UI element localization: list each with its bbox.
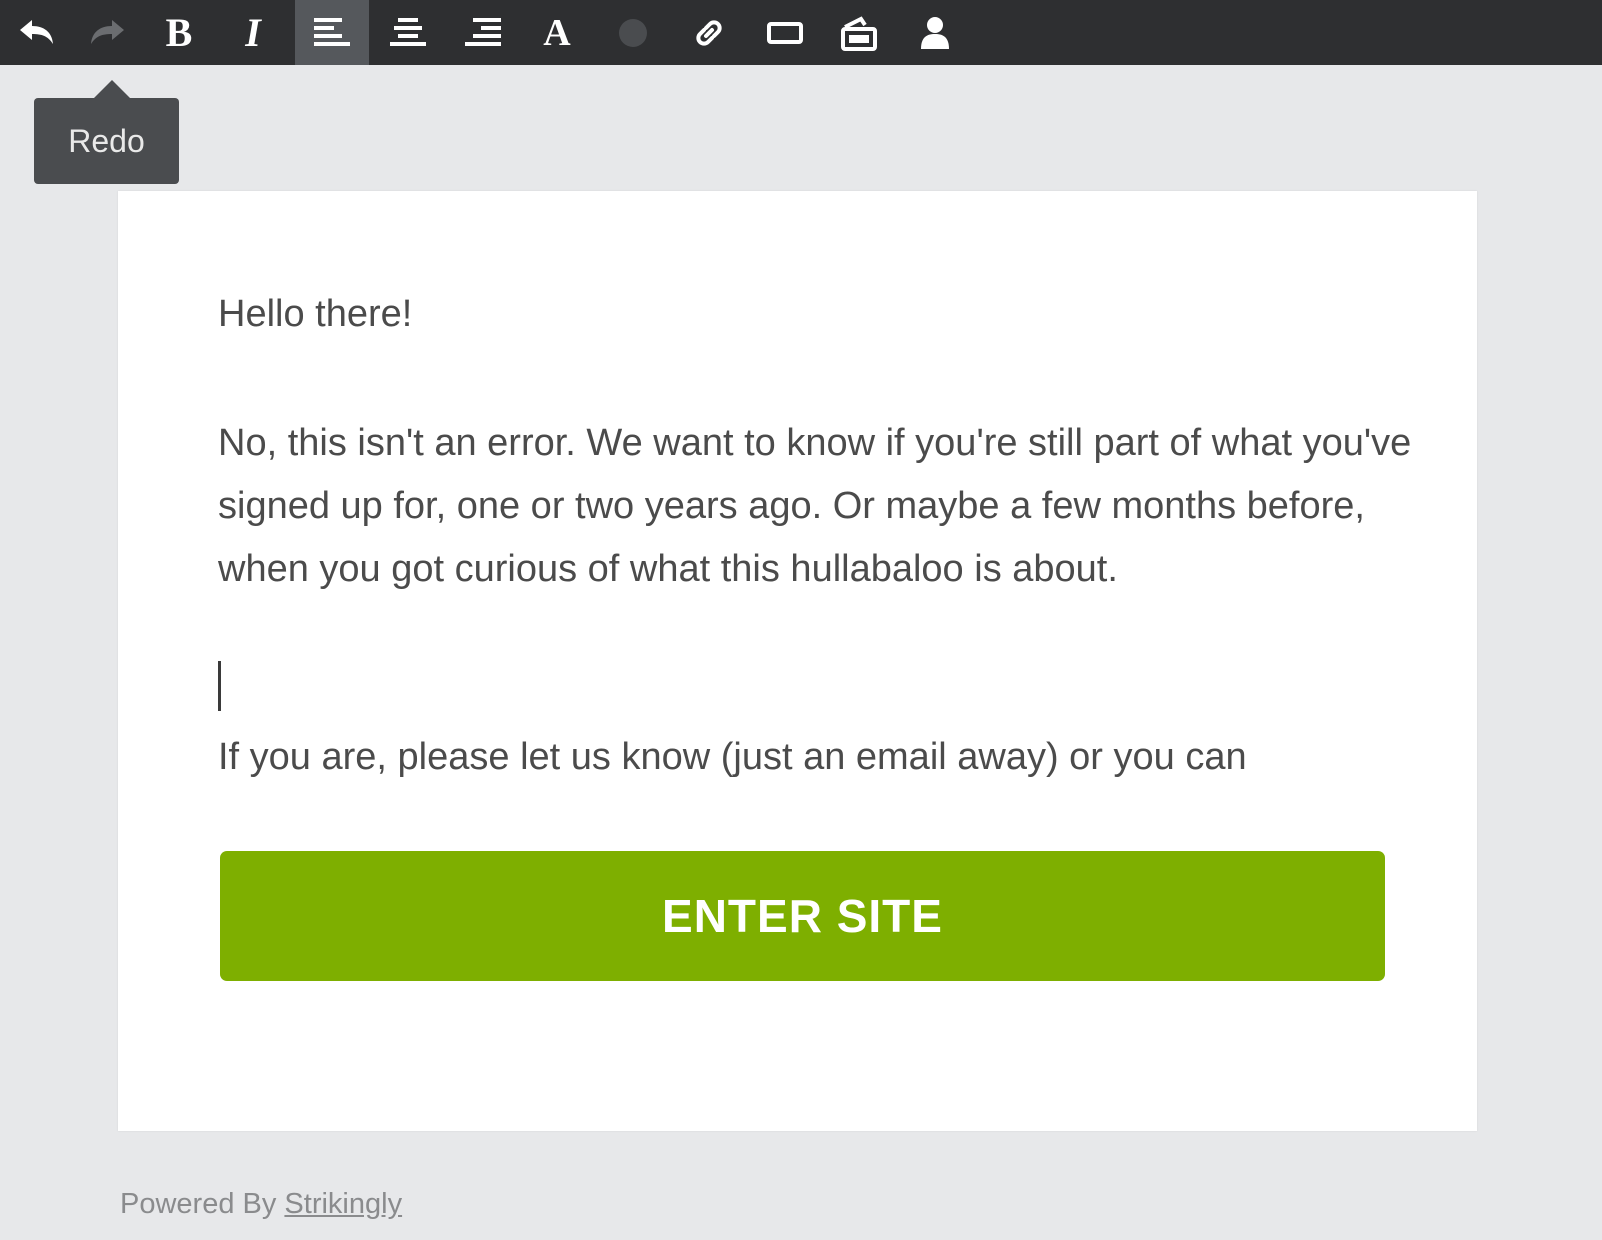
undo-icon [20, 19, 53, 44]
italic-icon: I [245, 9, 261, 55]
color-button[interactable] [596, 0, 670, 65]
link-button[interactable] [672, 0, 746, 65]
align-center-button[interactable] [371, 0, 445, 65]
align-center-icon [390, 17, 426, 46]
redo-tooltip: Redo [34, 98, 179, 184]
italic-button[interactable]: I [216, 0, 290, 65]
content-card: Hello there! No, this isn't an error. We… [118, 191, 1477, 1131]
align-right-button[interactable] [446, 0, 520, 65]
enter-site-button[interactable]: ENTER SITE [220, 851, 1385, 981]
strikingly-link[interactable]: Strikingly [284, 1188, 402, 1220]
media-icon [841, 15, 877, 51]
media-button[interactable] [822, 0, 896, 65]
follow-up-paragraph[interactable]: If you are, please let us know (just an … [218, 726, 1418, 789]
redo-icon [91, 19, 124, 44]
bold-icon: B [165, 9, 193, 55]
tooltip-arrow [94, 80, 130, 98]
insert-button-button[interactable] [748, 0, 822, 65]
powered-by-label: Powered By [120, 1188, 285, 1220]
powered-by-footer: Powered By Strikingly [120, 1188, 402, 1221]
align-left-button[interactable] [295, 0, 369, 65]
person-button[interactable] [898, 0, 972, 65]
undo-button[interactable] [0, 0, 74, 65]
person-icon [921, 16, 949, 49]
align-right-icon [465, 17, 501, 46]
bold-button[interactable]: B [142, 0, 216, 65]
font-icon: A [543, 11, 571, 54]
link-icon [696, 19, 722, 46]
body-paragraph[interactable]: No, this isn't an error. We want to know… [218, 412, 1418, 601]
greeting-text[interactable]: Hello there! [218, 283, 1418, 346]
text-cursor [218, 661, 221, 711]
color-circle-icon [619, 18, 647, 47]
editor-toolbar: B I A [0, 0, 1602, 65]
redo-button[interactable] [70, 0, 144, 65]
align-left-icon [314, 17, 350, 46]
font-button[interactable]: A [520, 0, 594, 65]
button-icon [767, 21, 803, 44]
